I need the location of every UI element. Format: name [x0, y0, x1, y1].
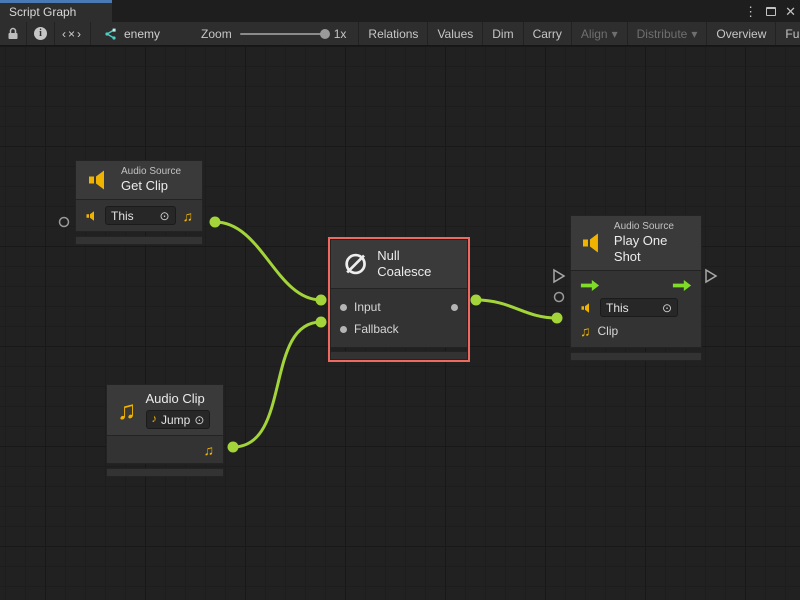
values-button[interactable]: Values — [428, 22, 483, 45]
audio-clip-input-icon: ♫ — [580, 324, 591, 338]
audio-source-icon — [580, 302, 593, 314]
node-subtitle: Audio Source — [121, 166, 181, 178]
port-playoneshot-flow-out[interactable] — [706, 270, 716, 282]
port-getclip-output[interactable] — [210, 217, 221, 228]
port-input[interactable] — [340, 304, 347, 311]
graph-canvas[interactable]: Audio Source Get Clip This ⊙ ♫ — [0, 46, 800, 600]
audio-clip-value: Jump — [161, 413, 190, 427]
node-subtitle: Audio Source — [614, 221, 691, 233]
chevron-down-icon: ▾ — [612, 27, 618, 41]
tab-script-graph[interactable]: Script Graph — [0, 0, 112, 22]
node-footer — [330, 351, 468, 360]
node-get-clip[interactable]: Audio Source Get Clip This ⊙ ♫ — [75, 160, 203, 245]
lock-icon — [7, 27, 19, 40]
port-null-fallback-ext[interactable] — [316, 317, 327, 328]
audio-clip-output-icon: ♫ — [204, 443, 215, 457]
zoom-slider-handle[interactable] — [320, 29, 330, 39]
object-picker-icon[interactable]: ⊙ — [194, 414, 204, 426]
window-controls: ⋮ ✕ — [744, 0, 796, 22]
wire-getclip-to-input[interactable] — [215, 222, 321, 300]
this-value: This — [111, 209, 134, 223]
audio-clip-output-icon: ♫ — [183, 209, 194, 223]
node-body: This ⊙ ♫ — [75, 200, 203, 232]
maximize-icon[interactable] — [766, 7, 776, 16]
graph-name-label: enemy — [124, 27, 160, 41]
node-header: ♫ Audio Clip ♪ Jump ⊙ — [106, 384, 224, 436]
node-title: Get Clip — [121, 178, 181, 194]
align-button[interactable]: Align ▾ — [572, 22, 628, 45]
port-getclip-this-ext[interactable] — [60, 218, 69, 227]
node-header: Audio Source Play One Shot — [570, 215, 702, 271]
node-title: Audio Clip — [146, 391, 211, 407]
node-audio-clip[interactable]: ♫ Audio Clip ♪ Jump ⊙ ♫ — [106, 384, 224, 477]
node-header: Null Coalesce — [330, 239, 468, 289]
audio-source-icon — [86, 168, 112, 192]
object-picker-icon[interactable]: ⊙ — [662, 302, 672, 314]
node-title: Play One Shot — [614, 233, 691, 265]
title-bar: Script Graph ⋮ ✕ — [0, 0, 800, 22]
code-icon: ‹×› — [62, 27, 83, 41]
port-output[interactable] — [451, 304, 458, 311]
node-body: Input Fallback — [330, 289, 468, 348]
eighth-note-icon: ♪ — [152, 414, 158, 425]
wire-null-to-clip[interactable] — [476, 300, 557, 318]
port-fallback[interactable] — [340, 326, 347, 333]
port-playoneshot-flow-in[interactable] — [554, 270, 564, 282]
zoom-control: Zoom 1x — [201, 27, 346, 41]
audio-source-icon — [581, 231, 605, 255]
info-icon: i — [34, 27, 47, 40]
fallback-port-label: Fallback — [354, 322, 399, 336]
wire-audioclip-to-fallback[interactable] — [233, 322, 321, 447]
node-title: Null Coalesce — [377, 248, 455, 280]
clip-port-label: Clip — [598, 324, 619, 338]
node-play-one-shot[interactable]: Audio Source Play One Shot This — [570, 215, 702, 361]
this-field[interactable]: This ⊙ — [600, 298, 678, 317]
dim-button[interactable]: Dim — [483, 22, 523, 45]
flow-in-arrow-icon[interactable] — [580, 279, 600, 292]
port-null-input-ext[interactable] — [316, 295, 327, 306]
null-coalesce-icon — [343, 251, 368, 277]
lock-button[interactable] — [0, 22, 27, 45]
node-body: This ⊙ ♫ Clip — [570, 271, 702, 348]
distribute-label: Distribute — [637, 27, 688, 41]
toolbar-main: enemy Zoom 1x — [91, 22, 359, 45]
node-body: ♫ — [106, 436, 224, 464]
carry-button[interactable]: Carry — [524, 22, 572, 45]
distribute-button[interactable]: Distribute ▾ — [628, 22, 708, 45]
object-picker-icon[interactable]: ⊙ — [159, 210, 169, 222]
node-footer — [570, 352, 702, 361]
audio-source-icon — [85, 210, 98, 222]
port-playoneshot-clip-ext[interactable] — [552, 313, 563, 324]
full-screen-button[interactable]: Full Screen — [776, 22, 800, 45]
relations-button[interactable]: Relations — [359, 22, 428, 45]
input-port-label: Input — [354, 300, 381, 314]
port-audioclip-output[interactable] — [228, 442, 239, 453]
graph-icon — [103, 27, 117, 41]
toolbar: i ‹×› enemy Zoom 1x Relations Values Dim… — [0, 22, 800, 46]
menu-icon[interactable]: ⋮ — [744, 5, 757, 18]
code-view-button[interactable]: ‹×› — [55, 22, 91, 45]
zoom-slider[interactable] — [240, 33, 326, 35]
zoom-label: Zoom — [201, 27, 232, 41]
port-null-output-ext[interactable] — [471, 295, 482, 306]
align-label: Align — [581, 27, 608, 41]
zoom-value: 1x — [334, 27, 347, 41]
audio-clip-icon: ♫ — [117, 397, 137, 423]
node-footer — [75, 236, 203, 245]
audio-clip-field[interactable]: ♪ Jump ⊙ — [146, 410, 211, 429]
node-footer — [106, 468, 224, 477]
this-value: This — [606, 301, 629, 315]
port-playoneshot-this-ext[interactable] — [555, 293, 564, 302]
chevron-down-icon: ▾ — [691, 27, 697, 41]
close-icon[interactable]: ✕ — [785, 5, 796, 18]
info-button[interactable]: i — [27, 22, 55, 45]
flow-out-arrow-icon[interactable] — [672, 279, 692, 292]
node-null-coalesce[interactable]: Null Coalesce Input Fallback — [330, 239, 468, 360]
node-header: Audio Source Get Clip — [75, 160, 203, 200]
this-field[interactable]: This ⊙ — [105, 206, 176, 225]
overview-button[interactable]: Overview — [707, 22, 776, 45]
